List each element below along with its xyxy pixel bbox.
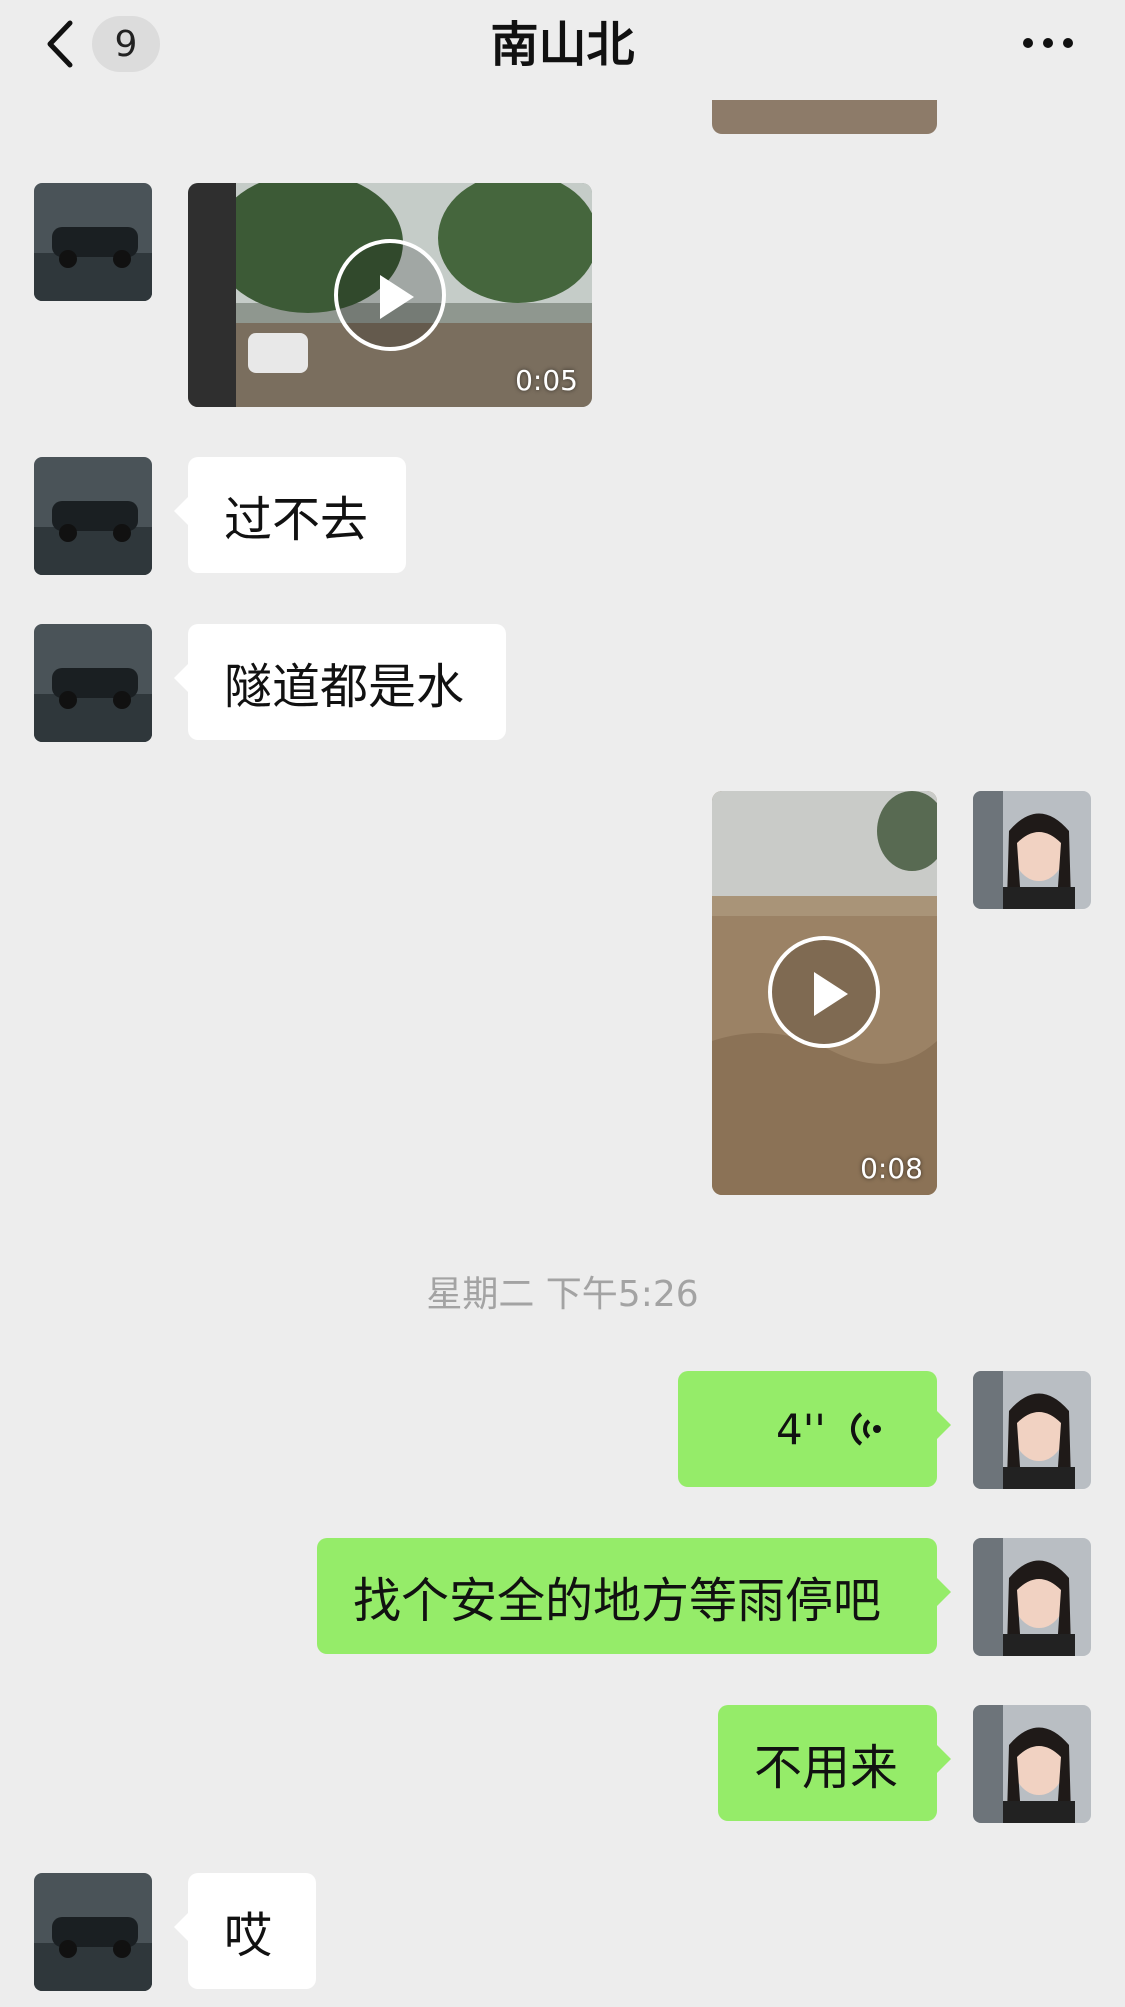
video-message[interactable]: 0:05 [188,183,592,407]
voice-wave-icon [851,1412,881,1446]
chat-title: 南山北 [490,17,635,73]
chat-header: 9 南山北 [0,0,1125,100]
video-duration: 0:05 [515,364,578,397]
contact-avatar[interactable] [34,624,152,742]
user-avatar[interactable] [973,791,1091,909]
contact-avatar[interactable] [34,1873,152,1991]
contact-avatar[interactable] [34,457,152,575]
message-text: 找个安全的地方等雨停吧 [353,1573,882,1629]
message-text: 不用来 [754,1740,899,1796]
play-icon[interactable] [334,239,446,351]
incoming-text-message[interactable]: 过不去 [174,457,406,573]
message-text: 过不去 [224,492,369,548]
voice-length: 4'' [776,1404,826,1454]
incoming-text-message[interactable]: 哎 [174,1873,316,1989]
message-text: 隧道都是水 [224,659,465,715]
more-options-icon[interactable] [1023,38,1073,48]
user-avatar[interactable] [973,1371,1091,1489]
play-icon[interactable] [768,936,880,1048]
incoming-text-message[interactable]: 隧道都是水 [174,624,506,740]
user-avatar[interactable] [973,1705,1091,1823]
message-text: 哎 [224,1908,273,1964]
message-timestamp: 星期二 下午5:26 [426,1274,699,1315]
outgoing-text-message[interactable]: 找个安全的地方等雨停吧 [317,1538,951,1654]
previous-media-clip[interactable] [712,100,937,134]
contact-avatar[interactable] [34,183,152,301]
user-avatar[interactable] [973,1538,1091,1656]
outgoing-voice-message[interactable]: 4'' [678,1371,951,1487]
video-duration: 0:08 [860,1152,923,1185]
outgoing-text-message[interactable]: 不用来 [718,1705,951,1821]
video-message[interactable]: 0:08 [712,791,937,1195]
